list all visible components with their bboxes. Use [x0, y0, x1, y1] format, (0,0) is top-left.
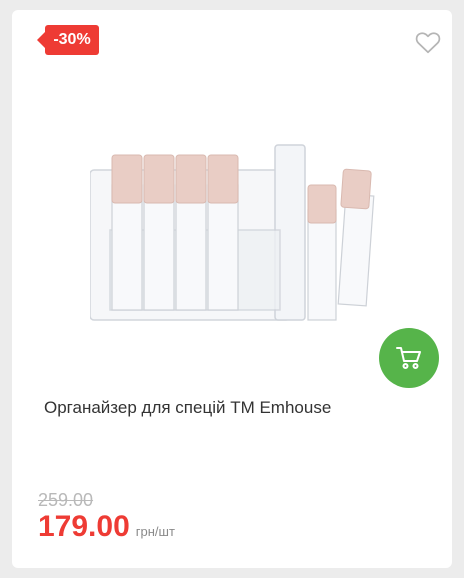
product-card[interactable]: -30% Органайзер для спецій TM Emhouse 25… [12, 10, 452, 568]
product-image[interactable] [90, 140, 410, 330]
price-unit: грн/шт [135, 524, 175, 539]
add-to-cart-button[interactable] [379, 328, 439, 388]
product-title[interactable]: Органайзер для спецій TM Emhouse [44, 396, 424, 420]
cart-icon [396, 347, 421, 369]
discount-badge: -30% [37, 25, 99, 55]
price-row: 179.00 грн/шт [38, 510, 175, 544]
current-price: 179.00 [38, 510, 130, 543]
old-price: 259.00 [38, 490, 94, 510]
heart-icon[interactable] [415, 30, 441, 54]
